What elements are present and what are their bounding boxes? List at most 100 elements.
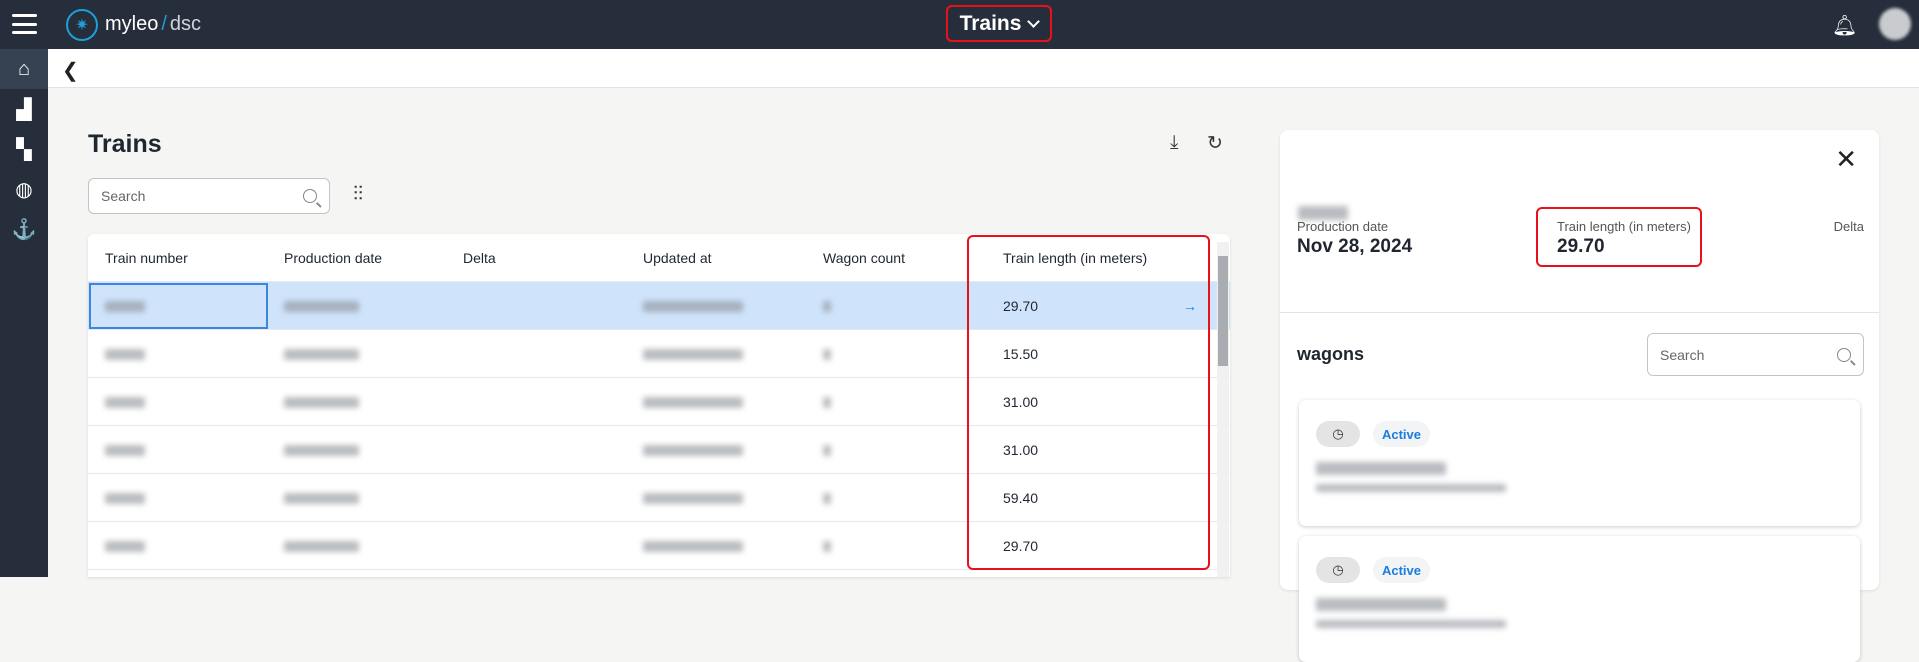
redacted-cell [284,349,359,360]
redacted-cell [105,541,145,552]
logo-icon: ✷ [66,9,98,41]
train-length-value: 29.70 [1557,236,1605,257]
redacted-cell [284,397,359,408]
table-row[interactable]: 31.00 [88,426,1230,474]
search-placeholder: Search [1660,346,1705,363]
refresh-icon[interactable]: ↻ [1207,132,1223,155]
production-date-label: Production date [1297,219,1389,234]
redacted-cell [823,541,831,552]
close-icon[interactable]: ✕ [1835,144,1857,175]
page-title: Trains [88,130,162,158]
table-row[interactable]: 59.40 [88,474,1230,522]
redacted-cell [643,397,743,408]
production-date-value: Nov 28, 2024 [1297,236,1413,257]
back-bar: ❮ [48,49,1919,88]
sidebar-item-analytics[interactable]: ▟ [0,89,48,129]
table-row[interactable]: 29.70 → [88,282,1230,330]
wagon-card[interactable]: ◷ Active [1299,536,1860,662]
filter-settings-icon[interactable]: ⫶⫶ [353,183,363,206]
dashboard-icon: ▚ [16,138,32,161]
redacted-cell [643,301,743,312]
redacted-cell [643,493,743,504]
redacted-cell [823,397,831,408]
wagon-number-redacted [1316,598,1446,611]
download-icon[interactable]: ⤓ [1170,132,1178,154]
brand-sub: dsc [169,13,202,35]
wagon-type-icon: ◷ [1316,557,1360,583]
scrollbar[interactable] [1217,242,1229,577]
redacted-cell [284,301,359,312]
table-row[interactable]: 15.50 [88,330,1230,378]
chevron-down-icon [1027,14,1041,28]
search-input[interactable]: Search [88,178,330,214]
home-icon: ⌂ [17,57,31,80]
redacted-cell [284,445,359,456]
status-badge: Active [1373,557,1430,583]
sidebar-item-dashboard[interactable]: ▚ [0,129,48,169]
anchor-icon: ⚓ [11,218,37,241]
brand-main: myleo [105,13,159,35]
sidebar: ⌂ ▟ ▚ ◍ ⚓ [0,49,48,577]
redacted-cell [105,301,145,312]
redacted-cell [823,301,831,312]
sidebar-item-anchor[interactable]: ⚓ [0,209,48,249]
detail-panel: ✕ Production date Nov 28, 2024 Train len… [1280,130,1879,662]
trains-table: Train number Production date Delta Updat… [88,234,1230,577]
delta-label: Delta [1833,219,1864,234]
train-length-cell: 29.70 [1003,538,1039,554]
redacted-cell [643,349,743,360]
search-icon [1837,347,1851,362]
menu-icon[interactable] [12,14,37,34]
redacted-cell [284,541,359,552]
train-length-cell: 31.00 [1003,394,1039,410]
col-production-date[interactable]: Production date [284,234,382,282]
back-icon[interactable]: ❮ [62,58,79,83]
redacted-cell [823,349,831,360]
bell-icon[interactable]: 🔔︎ [1832,13,1857,38]
col-delta[interactable]: Delta [463,234,496,282]
wagon-updated-redacted [1316,484,1506,492]
search-placeholder: Search [101,188,146,204]
redacted-cell [643,541,743,552]
train-length-cell: 15.50 [1003,346,1039,362]
table-row[interactable]: 29.70 [88,522,1230,570]
redacted-cell [643,445,743,456]
table-header: Train number Production date Delta Updat… [88,234,1230,282]
col-wagon-count[interactable]: Wagon count [823,234,905,282]
redacted-cell [105,397,145,408]
globe-icon: ◍ [15,178,33,201]
arrow-right-icon[interactable]: → [1183,282,1197,330]
train-length-cell: 29.70 [1003,298,1039,314]
redacted-cell [823,445,831,456]
redacted-cell [823,493,831,504]
brand[interactable]: myleo / dsc [105,13,201,36]
train-length-cell: 59.40 [1003,490,1039,506]
redacted-cell [105,445,145,456]
train-number-redacted [1298,206,1348,220]
col-train-length[interactable]: Train length (in meters) [1003,234,1147,282]
avatar[interactable] [1879,8,1911,40]
redacted-cell [105,493,145,504]
app-title: Trains [959,11,1022,35]
wagons-search-input[interactable]: Search [1647,333,1864,376]
wagon-updated-redacted [1316,620,1506,628]
train-length-label: Train length (in meters) [1557,219,1691,234]
redacted-cell [105,349,145,360]
app-switcher[interactable]: Trains [946,5,1052,42]
chart-icon: ▟ [16,98,32,121]
col-updated-at[interactable]: Updated at [643,234,712,282]
search-icon [303,189,317,203]
status-badge: Active [1373,421,1430,447]
sidebar-item-home[interactable]: ⌂ [0,49,48,89]
divider [1280,312,1879,313]
col-train-number[interactable]: Train number [105,234,188,282]
wagon-type-icon: ◷ [1316,421,1360,447]
wagon-card[interactable]: ◷ Active [1299,400,1860,526]
train-length-cell: 31.00 [1003,442,1039,458]
brand-sep: / [161,13,167,35]
top-bar: ✷ myleo / dsc Trains 🔔︎ [0,0,1919,49]
wagon-number-redacted [1316,462,1446,475]
redacted-cell [284,493,359,504]
sidebar-item-globe[interactable]: ◍ [0,169,48,209]
table-row[interactable]: 31.00 [88,378,1230,426]
